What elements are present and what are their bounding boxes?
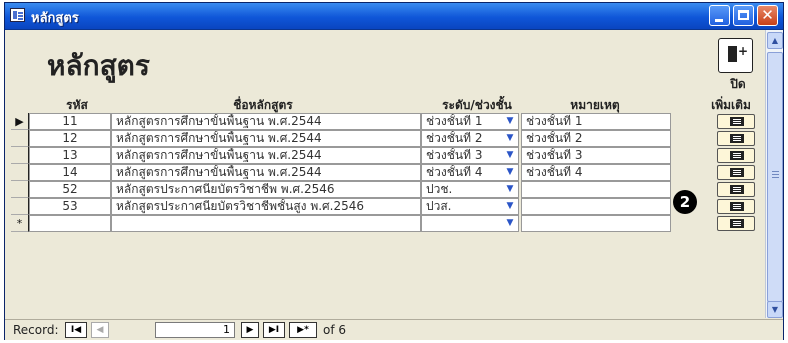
cell-name[interactable]: หลักสูตรการศึกษาขั้นพื้นฐาน พ.ศ.2544: [111, 113, 421, 130]
vertical-scrollbar[interactable]: ▲ ▼: [765, 30, 783, 318]
form-body: หลักสูตร + ปิด รหัส ชื่อหลักสูตร ระดับ/ช…: [5, 30, 765, 318]
cell-note[interactable]: ช่วงชั้นที่ 3: [521, 147, 671, 164]
cell-code[interactable]: 13: [29, 147, 111, 164]
first-record-button[interactable]: I◀: [65, 322, 87, 338]
cell-name[interactable]: หลักสูตรการศึกษาขั้นพื้นฐาน พ.ศ.2544: [111, 147, 421, 164]
dropdown-arrow-icon[interactable]: ▼: [503, 183, 517, 196]
cell-code[interactable]: 14: [29, 164, 111, 181]
table-row[interactable]: 14 หลักสูตรการศึกษาขั้นพื้นฐาน พ.ศ.2544 …: [11, 164, 763, 181]
next-record-button[interactable]: ▶: [241, 322, 259, 338]
exit-door-icon: [728, 46, 737, 62]
record-selector[interactable]: [11, 181, 29, 198]
table-row[interactable]: 52 หลักสูตรประกาศนียบัตรวิชาชีพ พ.ศ.2546…: [11, 181, 763, 198]
form-window: หลักสูตร ✕ หลักสูตร + ปิด รหัส ชื่อหลักส…: [4, 2, 784, 340]
cell-note[interactable]: ช่วงชั้นที่ 2: [521, 130, 671, 147]
more-details-button[interactable]: [717, 131, 755, 146]
scroll-up-button[interactable]: ▲: [767, 32, 783, 49]
form-icon: [730, 134, 744, 143]
record-selector[interactable]: [11, 147, 29, 164]
close-icon: ✕: [761, 6, 774, 24]
more-details-button[interactable]: [717, 165, 755, 180]
record-count: of 6: [323, 323, 347, 337]
cell-note[interactable]: ช่วงชั้นที่ 4: [521, 164, 671, 181]
cell-name[interactable]: หลักสูตรประกาศนียบัตรวิชาชีพชั้นสูง พ.ศ.…: [111, 198, 421, 215]
more-details-button[interactable]: [717, 216, 755, 231]
record-navigator: Record: I◀ ◀ 1 ▶ ▶I ▶* of 6: [5, 319, 783, 340]
scroll-thumb[interactable]: [767, 52, 783, 302]
form-icon: [730, 117, 744, 126]
record-label: Record:: [13, 323, 59, 337]
cell-code-new[interactable]: [29, 215, 111, 232]
current-record-field[interactable]: 1: [155, 322, 235, 338]
new-record-button[interactable]: ▶*: [289, 322, 317, 338]
cell-code[interactable]: 12: [29, 130, 111, 147]
cell-note[interactable]: [521, 198, 671, 215]
more-details-button[interactable]: [717, 148, 755, 163]
record-selector[interactable]: [11, 130, 29, 147]
table-row[interactable]: ▶ 11 หลักสูตรการศึกษาขั้นพื้นฐาน พ.ศ.254…: [11, 113, 763, 130]
record-selector-current[interactable]: ▶: [11, 113, 29, 130]
cell-name[interactable]: หลักสูตรการศึกษาขั้นพื้นฐาน พ.ศ.2544: [111, 130, 421, 147]
new-record-selector[interactable]: *: [11, 215, 29, 232]
cell-note[interactable]: [521, 181, 671, 198]
callout-marker: 2: [673, 190, 697, 214]
new-record-row[interactable]: * ▼: [11, 215, 763, 232]
form-icon: [730, 219, 744, 228]
page-title: หลักสูตร: [47, 49, 150, 82]
close-button[interactable]: ✕: [757, 5, 778, 26]
scroll-down-button[interactable]: ▼: [767, 301, 783, 318]
exit-arrow-icon: +: [738, 44, 749, 58]
record-selector[interactable]: [11, 198, 29, 215]
dropdown-arrow-icon[interactable]: ▼: [503, 132, 517, 145]
more-details-button[interactable]: [717, 182, 755, 197]
form-icon: [730, 202, 744, 211]
dropdown-arrow-icon[interactable]: ▼: [503, 200, 517, 213]
record-selector[interactable]: [11, 164, 29, 181]
cell-name-new[interactable]: [111, 215, 421, 232]
dropdown-arrow-icon[interactable]: ▼: [503, 166, 517, 179]
dropdown-arrow-icon[interactable]: ▼: [503, 115, 517, 128]
previous-record-button[interactable]: ◀: [91, 322, 109, 338]
cell-name[interactable]: หลักสูตรการศึกษาขั้นพื้นฐาน พ.ศ.2544: [111, 164, 421, 181]
more-details-button[interactable]: [717, 114, 755, 129]
cell-name[interactable]: หลักสูตรประกาศนียบัตรวิชาชีพ พ.ศ.2546: [111, 181, 421, 198]
table-row[interactable]: 53 หลักสูตรประกาศนียบัตรวิชาชีพชั้นสูง พ…: [11, 198, 763, 215]
more-details-button[interactable]: [717, 199, 755, 214]
form-icon: [730, 151, 744, 160]
exit-button[interactable]: +: [718, 38, 753, 73]
minimize-icon: [715, 19, 723, 22]
table-row[interactable]: 12 หลักสูตรการศึกษาขั้นพื้นฐาน พ.ศ.2544 …: [11, 130, 763, 147]
cell-code[interactable]: 52: [29, 181, 111, 198]
cell-note[interactable]: ช่วงชั้นที่ 1: [521, 113, 671, 130]
dropdown-arrow-icon[interactable]: ▼: [503, 217, 517, 230]
form-icon: [730, 185, 744, 194]
last-record-button[interactable]: ▶I: [263, 322, 285, 338]
cell-code[interactable]: 11: [29, 113, 111, 130]
form-icon: [730, 168, 744, 177]
maximize-icon: [738, 10, 749, 20]
table-row[interactable]: 13 หลักสูตรการศึกษาขั้นพื้นฐาน พ.ศ.2544 …: [11, 147, 763, 164]
form-icon: [10, 8, 25, 22]
cell-note-new[interactable]: [521, 215, 671, 232]
minimize-button[interactable]: [709, 5, 730, 26]
cell-code[interactable]: 53: [29, 198, 111, 215]
dropdown-arrow-icon[interactable]: ▼: [503, 149, 517, 162]
title-bar[interactable]: หลักสูตร ✕: [5, 3, 783, 30]
window-title: หลักสูตร: [31, 11, 79, 26]
exit-label: ปิด: [730, 77, 746, 91]
maximize-button[interactable]: [733, 5, 754, 26]
